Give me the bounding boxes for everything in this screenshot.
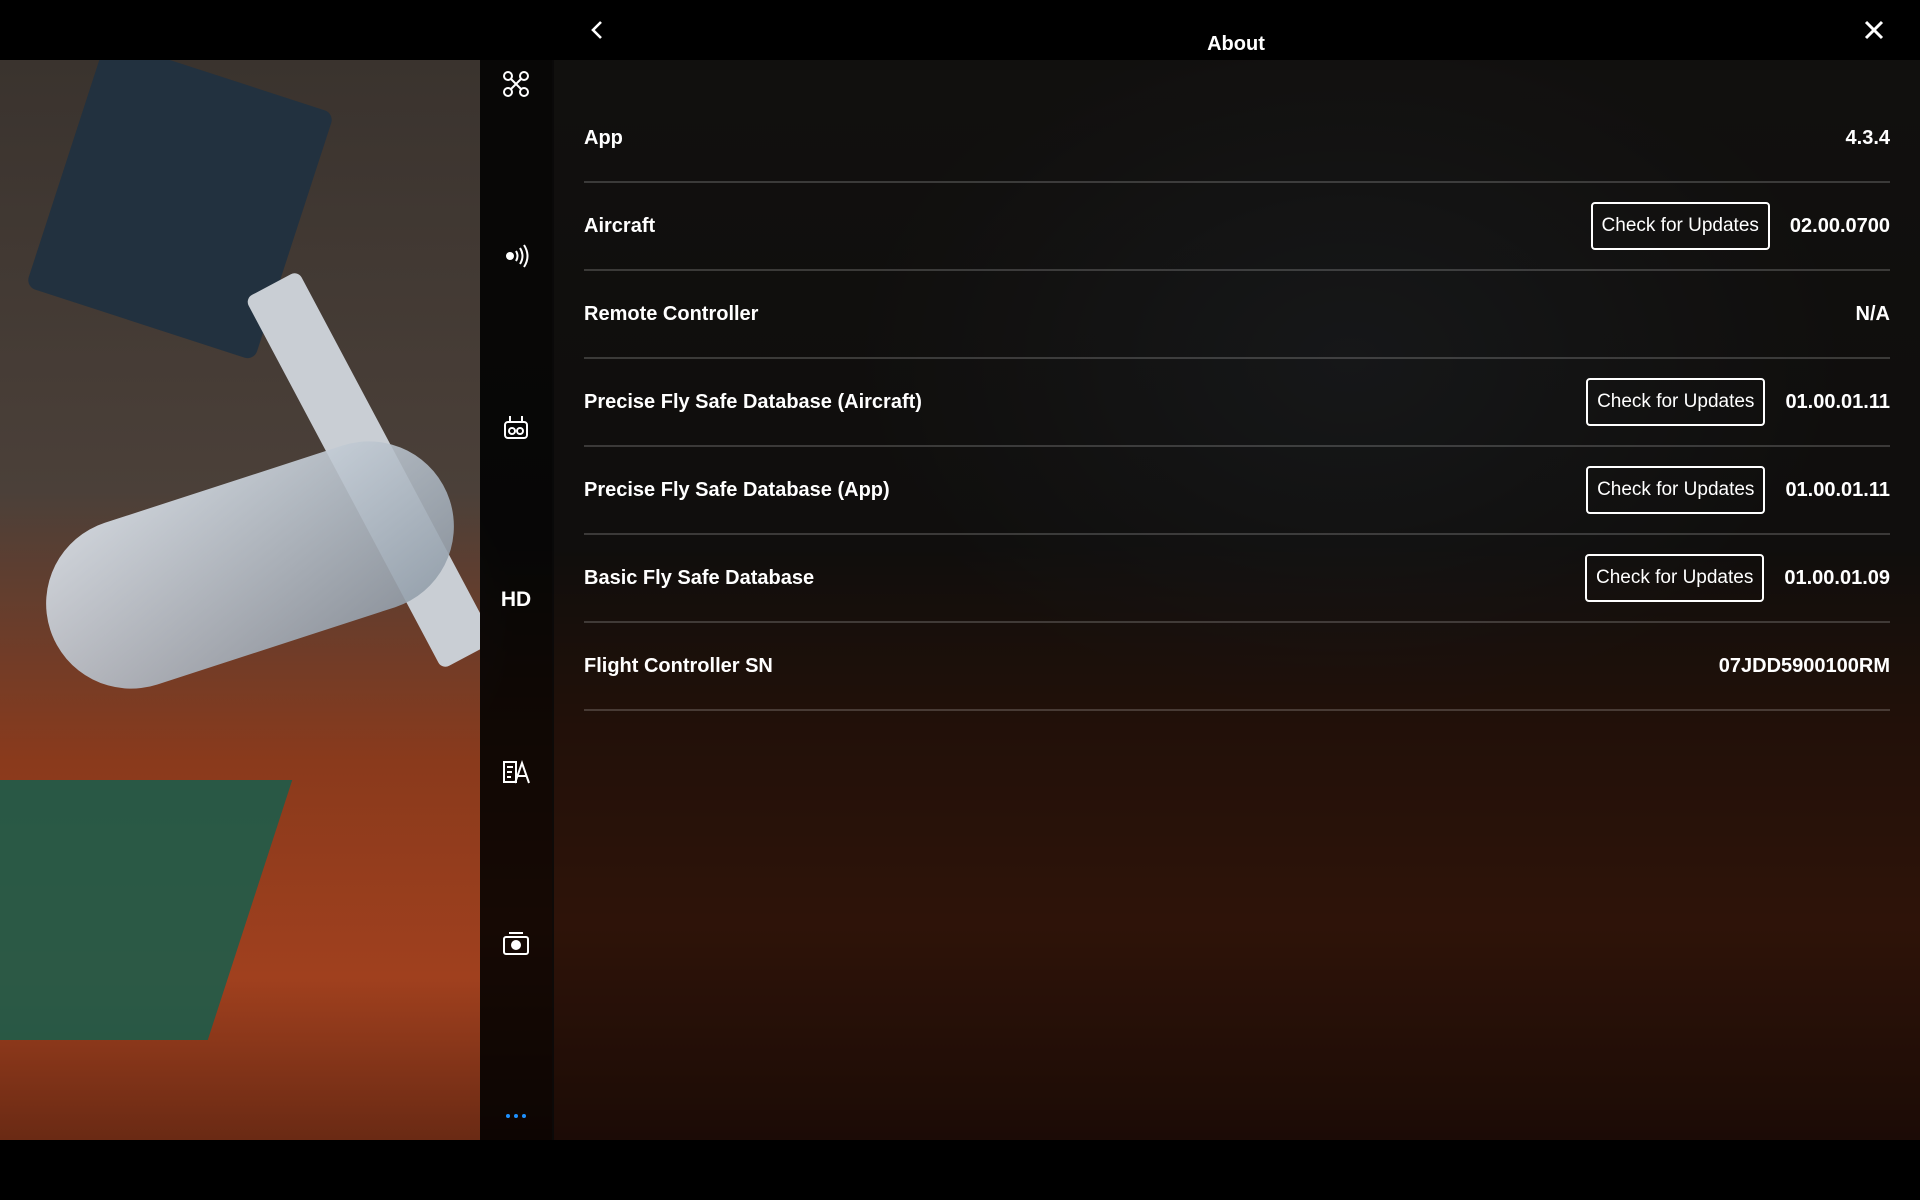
signal-icon[interactable]: [480, 232, 552, 280]
visual-navigation-icon[interactable]: [480, 748, 552, 796]
list-item-flight-controller-sn: Flight Controller SN 07JDD5900100RM: [584, 623, 1890, 711]
more-icon[interactable]: [480, 1092, 552, 1140]
row-label: Basic Fly Safe Database: [584, 566, 815, 589]
list-item-basic-fly-safe: Basic Fly Safe Database Check for Update…: [584, 535, 1890, 623]
check-for-updates-button[interactable]: Check for Updates: [1586, 466, 1766, 514]
row-value: N/A: [1855, 302, 1890, 325]
aircraft-icon[interactable]: [480, 60, 552, 108]
row-label: Aircraft: [584, 214, 656, 237]
page-title: About: [1207, 33, 1265, 55]
close-icon[interactable]: [1858, 14, 1890, 46]
check-for-updates-button[interactable]: Check for Updates: [1590, 202, 1770, 250]
list-item-precise-fly-safe-app: Precise Fly Safe Database (App) Check fo…: [584, 447, 1890, 535]
row-label: Precise Fly Safe Database (Aircraft): [584, 390, 922, 413]
check-for-updates-button[interactable]: Check for Updates: [1584, 554, 1765, 602]
row-value: 07JDD5900100RM: [1718, 654, 1890, 677]
list-item-remote-controller: Remote Controller N/A: [584, 271, 1890, 359]
hd-label: HD: [500, 588, 532, 611]
row-value: 4.3.4: [1845, 126, 1890, 149]
row-label: App: [584, 126, 623, 149]
settings-rail: HD: [480, 60, 554, 1140]
row-value: 01.00.01.11: [1785, 478, 1890, 501]
row-label: Remote Controller: [584, 302, 759, 325]
feed-object: [24, 419, 476, 711]
list-item-aircraft: Aircraft Check for Updates 02.00.0700: [584, 183, 1890, 271]
bottom-bar: [0, 1140, 1920, 1200]
list-item-precise-fly-safe-aircraft: Precise Fly Safe Database (Aircraft) Che…: [584, 359, 1890, 447]
row-value: 01.00.01.09: [1784, 566, 1890, 589]
check-for-updates-button[interactable]: Check for Updates: [1586, 378, 1766, 426]
row-label: Precise Fly Safe Database (App): [584, 478, 890, 501]
camera-feed-left: [0, 60, 480, 1140]
panel-header: About: [552, 0, 1920, 60]
row-value: 01.00.01.11: [1785, 390, 1890, 413]
hd-icon[interactable]: HD: [480, 576, 552, 624]
remote-controller-icon[interactable]: [480, 404, 552, 452]
camera-icon[interactable]: [480, 920, 552, 968]
about-list: App 4.3.4 Aircraft Check for Updates 02.…: [584, 95, 1890, 711]
list-item-app: App 4.3.4: [584, 95, 1890, 183]
feed-object: [0, 780, 293, 1040]
row-value: 02.00.0700: [1789, 214, 1890, 237]
row-label: Flight Controller SN: [584, 654, 773, 677]
about-panel: About App 4.3.4 Aircraft Check for Updat…: [552, 0, 1920, 1140]
